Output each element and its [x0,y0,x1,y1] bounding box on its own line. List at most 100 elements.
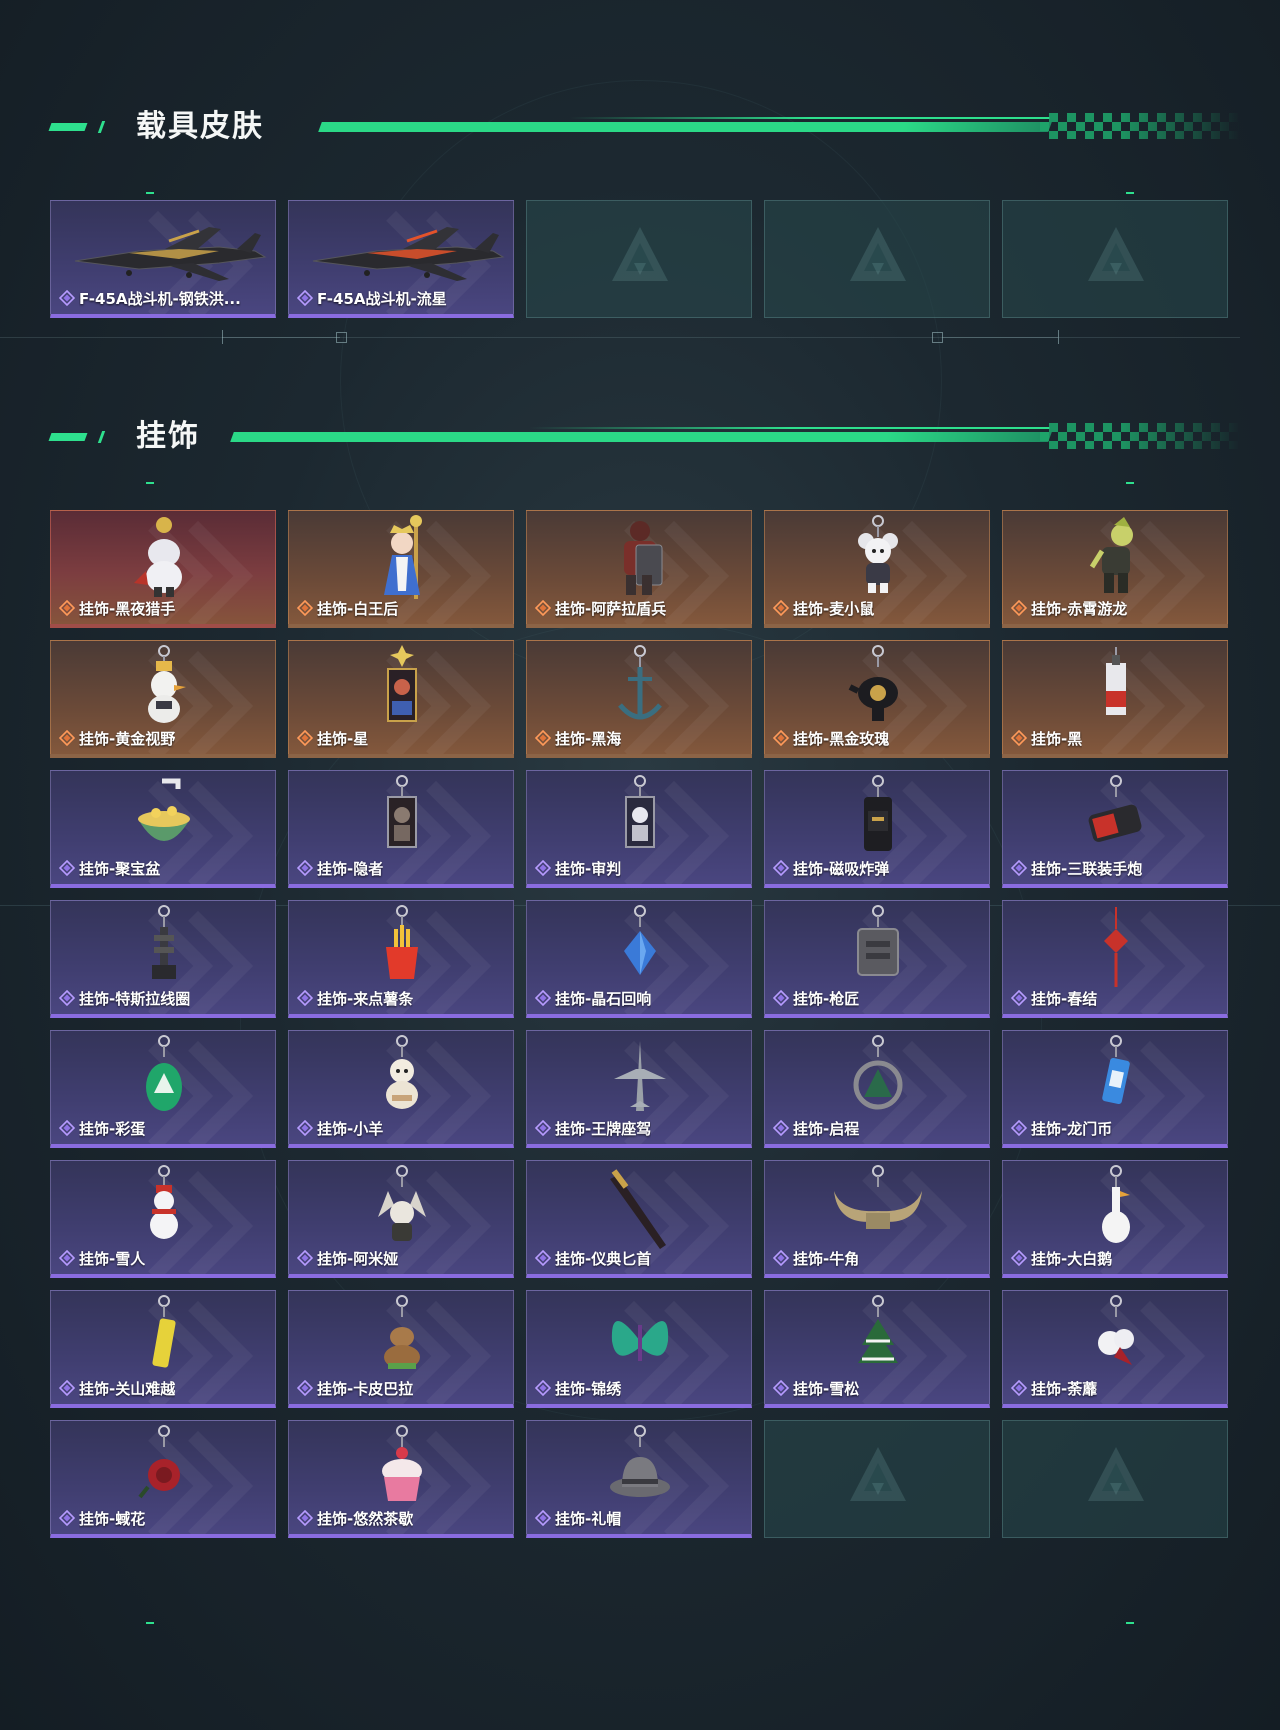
charm-card[interactable]: 挂饰-黑金玫瑰 [764,640,990,758]
item-label-row: 挂饰-黄金视野 [58,728,175,748]
empty-slot [1002,200,1228,318]
charm-card[interactable]: 挂饰-阿萨拉盾兵 [526,510,752,628]
empty-slot [1002,1420,1228,1538]
item-name: 挂饰-荼蘼 [1031,1379,1098,1398]
charm-card[interactable]: 挂饰-荼蘼 [1002,1290,1228,1408]
corner-tick [146,482,154,484]
charm-card[interactable]: 挂饰-关山难越 [50,1290,276,1408]
rarity-diamond-icon [296,599,314,617]
charm-card[interactable]: 挂饰-聚宝盆 [50,770,276,888]
charm-card[interactable]: 挂饰-春结 [1002,900,1228,1018]
item-label-row: 挂饰-星 [296,728,368,748]
item-name: 挂饰-龙门币 [1031,1119,1113,1138]
rarity-diamond-icon [296,289,314,307]
vehicle-skin-card[interactable]: F-45A战斗机-流星 [288,200,514,318]
rarity-diamond-icon [58,1379,76,1397]
charm-card[interactable]: 挂饰-王牌座驾 [526,1030,752,1148]
item-label-row: 挂饰-牛角 [772,1248,859,1268]
item-label-row: 挂饰-特斯拉线圈 [58,988,190,1008]
item-label-row: 挂饰-晶石回响 [534,988,651,1008]
separator-square [336,332,347,343]
item-label-row: 挂饰-雪人 [58,1248,146,1268]
charm-card[interactable]: 挂饰-礼帽 [526,1420,752,1538]
header-highlight-line [530,427,1050,429]
item-label-row: 挂饰-关山难越 [58,1378,175,1398]
charm-card[interactable]: 挂饰-隐者 [288,770,514,888]
charm-card[interactable]: 挂饰-大白鹅 [1002,1160,1228,1278]
item-label-row: 挂饰-聚宝盆 [58,858,161,878]
item-label-row: 挂饰-三联装手炮 [1010,858,1142,878]
section-header-vehicle-skins: 载具皮肤 [48,107,1240,147]
rarity-diamond-icon [58,859,76,877]
rarity-diamond-icon [1010,1119,1028,1137]
charm-card[interactable]: 挂饰-来点薯条 [288,900,514,1018]
rarity-diamond-icon [534,1379,552,1397]
rarity-diamond-icon [534,859,552,877]
rarity-diamond-icon [296,1249,314,1267]
rarity-diamond-icon [772,729,790,747]
corner-tick [1126,1622,1134,1624]
charm-card[interactable]: 挂饰-磁吸炸弹 [764,770,990,888]
rarity-diamond-icon [58,1119,76,1137]
charm-card[interactable]: 挂饰-卡皮巴拉 [288,1290,514,1408]
vehicle-skin-card[interactable]: F-45A战斗机-钢铁洪... [50,200,276,318]
rarity-diamond-icon [534,599,552,617]
item-name: 挂饰-阿萨拉盾兵 [555,599,667,618]
charm-card[interactable]: 挂饰-启程 [764,1030,990,1148]
rarity-diamond-icon [58,599,76,617]
section-title: 挂饰 [136,419,200,454]
charm-card[interactable]: 挂饰-悠然茶歇 [288,1420,514,1538]
corner-tick [1126,482,1134,484]
item-label-row: 挂饰-黑海 [534,728,621,748]
charm-card[interactable]: 挂饰-审判 [526,770,752,888]
rarity-diamond-icon [772,989,790,1007]
empty-slot [764,200,990,318]
item-name: 挂饰-黑金玫瑰 [793,729,890,748]
charm-card[interactable]: 挂饰-彩蛋 [50,1030,276,1148]
charm-card[interactable]: 挂饰-黑 [1002,640,1228,758]
rarity-diamond-icon [1010,599,1028,617]
charm-card[interactable]: 挂饰-蜮花 [50,1420,276,1538]
item-name: 挂饰-雪人 [79,1249,146,1268]
charm-card[interactable]: 挂饰-仪典匕首 [526,1160,752,1278]
charm-card[interactable]: 挂饰-白王后 [288,510,514,628]
item-name: 挂饰-黑 [1031,729,1083,748]
charm-card[interactable]: 挂饰-黑海 [526,640,752,758]
charm-card[interactable]: 挂饰-枪匠 [764,900,990,1018]
corner-tick [146,1622,154,1624]
header-green-bar [230,432,1052,442]
item-label-row: 挂饰-悠然茶歇 [296,1508,413,1528]
charm-card[interactable]: 挂饰-龙门币 [1002,1030,1228,1148]
item-label-row: 挂饰-龙门币 [1010,1118,1113,1138]
charm-card[interactable]: 挂饰-晶石回响 [526,900,752,1018]
item-name: F-45A战斗机-流星 [317,289,447,308]
charm-card[interactable]: 挂饰-黄金视野 [50,640,276,758]
charm-card[interactable]: 挂饰-雪松 [764,1290,990,1408]
item-name: 挂饰-聚宝盆 [79,859,161,878]
charm-card[interactable]: 挂饰-麦小鼠 [764,510,990,628]
charm-card[interactable]: 挂饰-锦绣 [526,1290,752,1408]
item-label-row: 挂饰-白王后 [296,598,398,618]
item-label-row: 挂饰-礼帽 [534,1508,621,1528]
item-name: 挂饰-春结 [1031,989,1098,1008]
item-label-row: F-45A战斗机-流星 [296,288,447,308]
rarity-diamond-icon [1010,1249,1028,1267]
separator-line [942,337,1058,338]
charm-card[interactable]: 挂饰-雪人 [50,1160,276,1278]
charm-card[interactable]: 挂饰-赤霄游龙 [1002,510,1228,628]
charm-card[interactable]: 挂饰-黑夜猎手 [50,510,276,628]
item-name: 挂饰-大白鹅 [1031,1249,1113,1268]
charm-card[interactable]: 挂饰-小羊 [288,1030,514,1148]
charm-card[interactable]: 挂饰-三联装手炮 [1002,770,1228,888]
charm-card[interactable]: 挂饰-特斯拉线圈 [50,900,276,1018]
separator-tick [222,330,223,344]
charm-card[interactable]: 挂饰-星 [288,640,514,758]
charm-card[interactable]: 挂饰-牛角 [764,1160,990,1278]
placeholder-logo-icon [1084,223,1148,287]
placeholder-logo-icon [846,223,910,287]
item-label-row: 挂饰-赤霄游龙 [1010,598,1127,618]
item-label-row: 挂饰-仪典匕首 [534,1248,651,1268]
charm-card[interactable]: 挂饰-阿米娅 [288,1160,514,1278]
item-label-row: 挂饰-黑夜猎手 [58,598,175,618]
item-label-row: F-45A战斗机-钢铁洪... [58,288,241,308]
